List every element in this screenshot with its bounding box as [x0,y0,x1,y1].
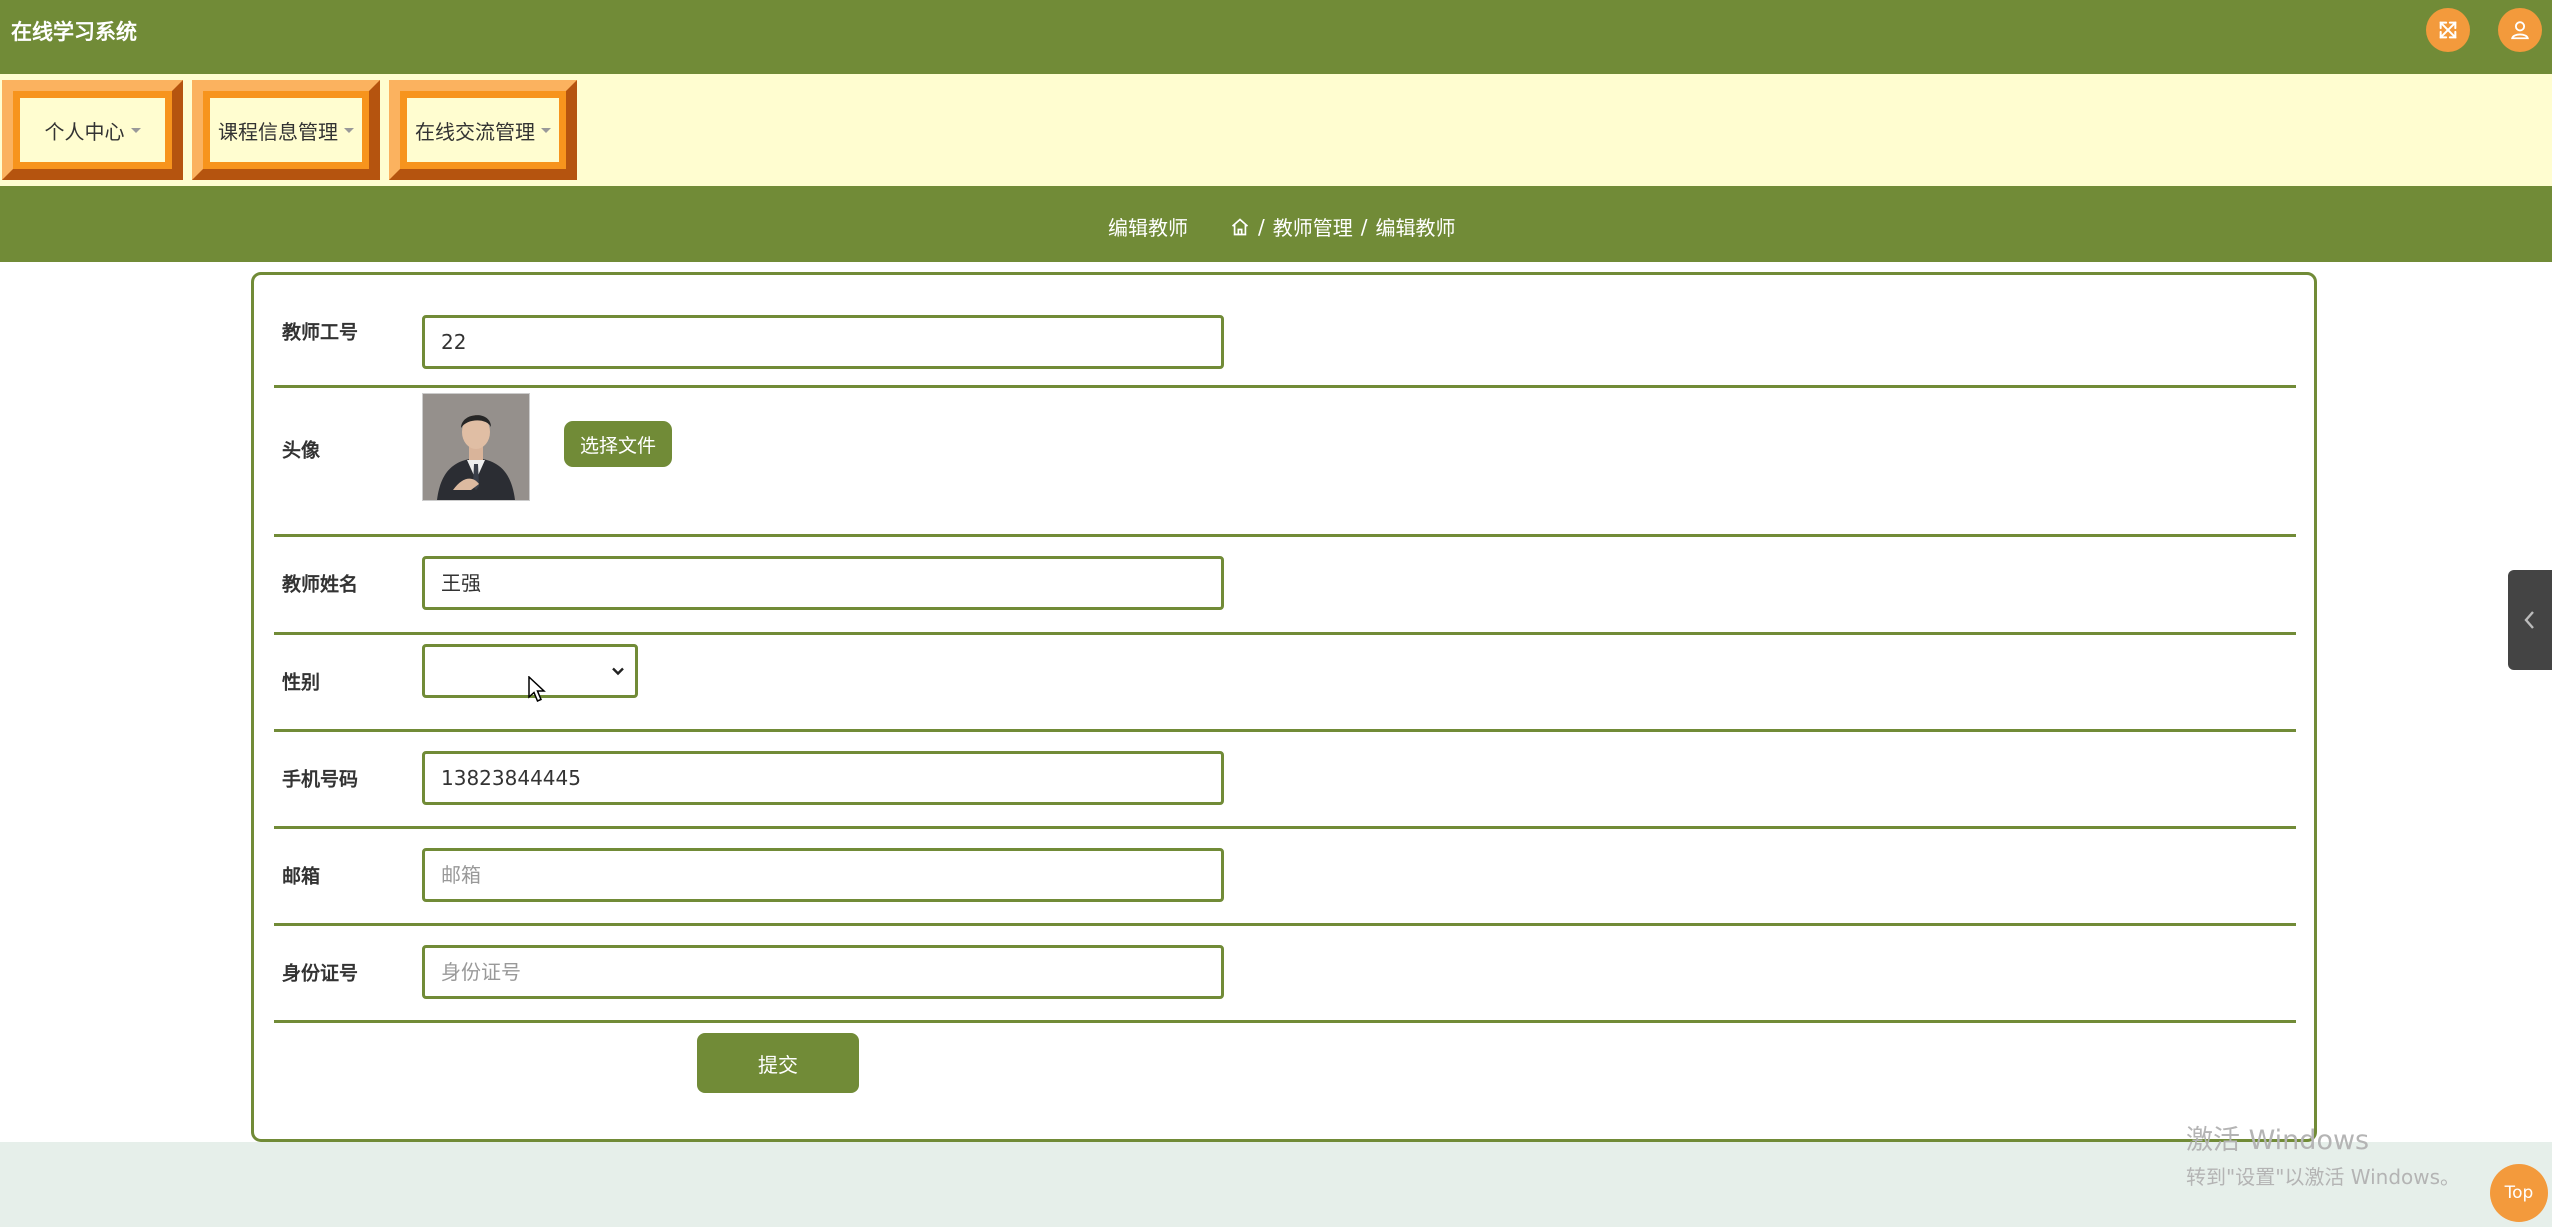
user-menu-button[interactable] [2498,8,2542,52]
side-panel-toggle[interactable] [2508,570,2552,670]
breadcrumb-separator: / [1360,214,1368,239]
form-row-email: 邮箱 邮箱 [274,826,2296,926]
page-title: 编辑教师 [1108,216,1188,240]
phone-label: 手机号码 [282,768,359,791]
caret-down-icon [344,127,354,133]
teacher-id-input[interactable]: 22 [422,315,1224,369]
back-to-top-button[interactable]: Top [2490,1164,2548,1222]
menu-label: 课程信息管理 [218,119,338,144]
caret-down-icon [130,127,141,133]
caret-down-icon [541,127,551,133]
menu-item-course-management[interactable]: 课程信息管理 [192,80,380,180]
email-label: 邮箱 [282,865,321,888]
gender-label: 性别 [282,671,321,694]
footer [0,1142,2552,1227]
watermark-title: 激活 Windows [2186,1125,2370,1156]
form-row-avatar: 头像 选择文件 [274,385,2296,537]
breadcrumb-current: 编辑教师 [1375,216,1456,240]
avatar-image [422,393,530,501]
menu-label: 在线交流管理 [415,119,535,144]
fullscreen-button[interactable] [2426,8,2470,52]
submit-button[interactable]: 提交 [697,1033,859,1093]
watermark-subtitle: 转到"设置"以激活 Windows。 [2186,1165,2461,1189]
teacher-id-label: 教师工号 [282,321,359,344]
home-icon[interactable] [1230,217,1250,237]
main-menu: 个人中心 课程信息管理 在线交流管理 [0,74,2552,186]
id-card-label: 身份证号 [282,962,359,985]
chevron-left-icon [2524,611,2534,629]
chevron-down-icon [612,667,624,676]
choose-file-button[interactable]: 选择文件 [564,421,672,467]
form-row-id-card: 身份证号 身份证号 [274,923,2296,1023]
form-row-phone: 手机号码 13823844445 [274,729,2296,829]
menu-item-online-communication[interactable]: 在线交流管理 [389,80,577,180]
breadcrumb-bar: 编辑教师 / 教师管理 / 编辑教师 [0,186,2552,262]
email-input[interactable]: 邮箱 [422,848,1224,902]
form-row-teacher-id: 教师工号 22 [274,275,2296,388]
id-card-input[interactable]: 身份证号 [422,945,1224,999]
app-title: 在线学习系统 [11,20,137,44]
top-bar: 在线学习系统 [0,0,2552,74]
menu-label: 个人中心 [44,119,125,144]
form-row-gender: 性别 [274,632,2296,732]
phone-input[interactable]: 13823844445 [422,751,1224,805]
breadcrumb: / 教师管理 / 编辑教师 [1230,212,1456,241]
user-icon [2511,21,2529,40]
teacher-name-label: 教师姓名 [282,573,359,596]
form-row-teacher-name: 教师姓名 王强 [274,534,2296,635]
teacher-name-input[interactable]: 王强 [422,556,1224,610]
expand-icon [2439,21,2457,39]
avatar-label: 头像 [282,439,321,462]
mouse-cursor-icon [528,676,546,702]
menu-item-personal-center[interactable]: 个人中心 [2,80,183,180]
breadcrumb-link-teacher-management[interactable]: 教师管理 [1273,212,1353,241]
edit-teacher-form: 教师工号 22 头像 选择文件 教师姓名 王强 性别 手机号码 13823844… [251,272,2317,1142]
windows-activation-watermark: 激活 Windows 转到"设置"以激活 Windows。 [2186,1118,2460,1190]
breadcrumb-separator: / [1258,214,1265,239]
